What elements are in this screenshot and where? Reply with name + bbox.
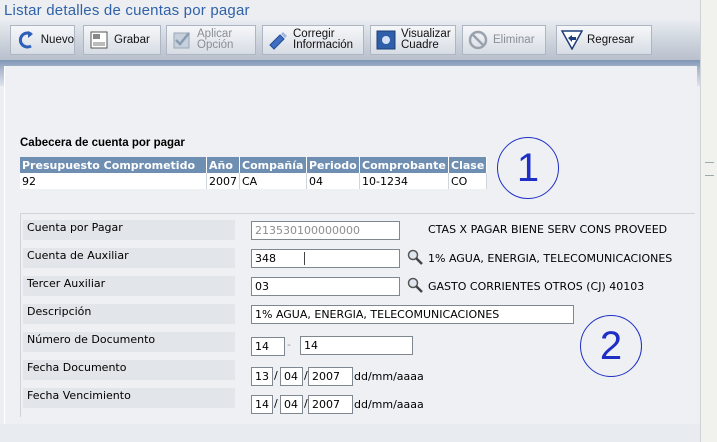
scrollbar-grip[interactable] <box>705 162 714 176</box>
column-header: Año <box>206 157 240 173</box>
delete-button[interactable]: Eliminar <box>462 25 546 55</box>
tercer-auxiliar-description: GASTO CORRIENTES OTROS (CJ) 40103 <box>428 280 645 293</box>
check-icon <box>171 29 193 51</box>
bottom-strip <box>0 424 700 442</box>
header-table: Presupuesto Comprometido Año Compañía Pe… <box>20 157 488 189</box>
edit-pen-icon <box>267 29 289 51</box>
date-separator: / <box>274 397 278 410</box>
descripcion-label: Descripción <box>23 304 235 324</box>
delete-icon <box>467 29 489 51</box>
fecha-vencimiento-month-field[interactable]: 04 <box>280 395 303 414</box>
view-icon <box>375 29 397 51</box>
fecha-documento-month-field[interactable]: 04 <box>280 367 303 386</box>
column-header: Clase <box>448 157 488 173</box>
annotation-circle-1: 1 <box>497 137 559 199</box>
table-row: 92 2007 CA 04 10-1234 CO <box>20 173 488 189</box>
table-cell: 10-1234 <box>359 173 449 189</box>
cuenta-auxiliar-field[interactable]: 348 <box>251 249 400 268</box>
fecha-documento-format-hint: dd/mm/aaaa <box>354 370 424 383</box>
search-icon[interactable] <box>407 249 423 265</box>
fecha-documento-day-field[interactable]: 13 <box>251 367 273 386</box>
numero-documento-prefix-field[interactable]: 14 <box>251 337 285 356</box>
page: Listar detalles de cuentas por pagar Nue… <box>0 0 717 442</box>
cuenta-por-pagar-description: CTAS X PAGAR BIENE SERV CONS PROVEED <box>428 223 668 236</box>
column-header: Compañía <box>239 157 307 173</box>
numero-documento-field[interactable]: 14 <box>300 336 413 355</box>
save-icon <box>88 29 110 51</box>
column-header: Presupuesto Comprometido <box>20 157 207 173</box>
fecha-vencimiento-day-field[interactable]: 14 <box>251 395 273 414</box>
date-separator: / <box>274 369 278 382</box>
save-button[interactable]: Grabar <box>83 25 161 55</box>
numero-documento-separator: - <box>287 338 291 351</box>
correct-info-button[interactable]: Corregir Información <box>262 25 364 55</box>
search-icon[interactable] <box>407 277 423 293</box>
fecha-vencimiento-label: Fecha Vencimiento <box>23 388 235 408</box>
column-header: Comprobante <box>359 157 449 173</box>
table-cell: 2007 <box>206 173 240 189</box>
column-header: Periodo <box>306 157 360 173</box>
fecha-documento-year-field[interactable]: 2007 <box>308 367 353 386</box>
table-cell: CO <box>448 173 488 189</box>
tercer-auxiliar-field[interactable]: 03 <box>251 277 400 296</box>
tercer-auxiliar-label: Tercer Auxiliar <box>23 276 235 296</box>
fecha-documento-label: Fecha Documento <box>23 360 235 380</box>
new-arrow-icon <box>15 29 37 51</box>
cuenta-por-pagar-field[interactable]: 213530100000000 <box>251 221 400 240</box>
back-arrow-icon <box>561 29 583 51</box>
table-cell: CA <box>239 173 307 189</box>
cuenta-por-pagar-label: Cuenta por Pagar <box>23 220 235 240</box>
fecha-vencimiento-format-hint: dd/mm/aaaa <box>354 398 424 411</box>
table-cell: 92 <box>20 173 207 189</box>
toolbar: Nuevo Grabar Aplicar Opción Corregir Infor… <box>0 20 700 86</box>
fecha-vencimiento-year-field[interactable]: 2007 <box>308 395 353 414</box>
text-cursor <box>304 252 305 265</box>
new-button[interactable]: Nuevo <box>10 25 75 55</box>
descripcion-field[interactable]: 1% AGUA, ENERGIA, TELECOMUNICACIONES <box>251 305 574 324</box>
view-balance-label: Visualizar Cuadre <box>401 28 451 51</box>
cuenta-auxiliar-description: 1% AGUA, ENERGIA, TELECOMUNICACIONES <box>428 252 673 265</box>
table-cell: 04 <box>306 173 360 189</box>
page-title: Listar detalles de cuentas por pagar <box>4 2 250 19</box>
header-section-title: Cabecera de cuenta por pagar <box>20 137 185 149</box>
vertical-scrollbar[interactable] <box>700 0 717 442</box>
annotation-circle-2: 2 <box>580 315 642 377</box>
numero-documento-label: Número de Documento <box>23 332 235 352</box>
apply-option-label: Aplicar Opción <box>197 28 234 51</box>
correct-info-label: Corregir Información <box>293 28 354 51</box>
apply-option-button[interactable]: Aplicar Opción <box>166 25 256 55</box>
header-table-header-row: Presupuesto Comprometido Año Compañía Pe… <box>20 157 488 173</box>
cuenta-auxiliar-label: Cuenta de Auxiliar <box>23 248 235 268</box>
back-button[interactable]: Regresar <box>556 25 652 55</box>
view-balance-button[interactable]: Visualizar Cuadre <box>370 25 456 55</box>
